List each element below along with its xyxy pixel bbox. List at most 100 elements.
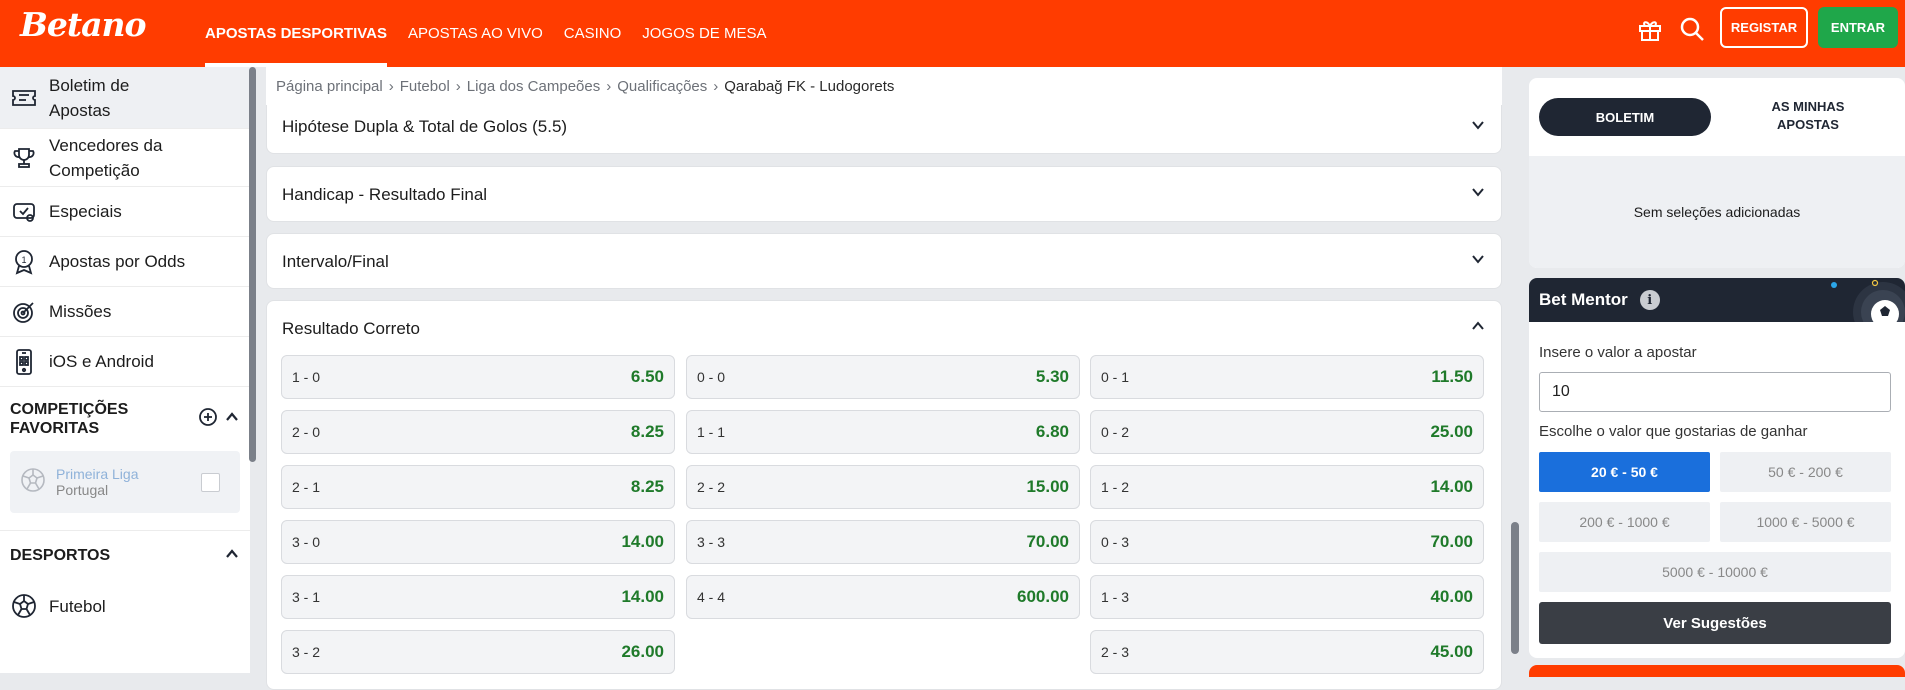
favorite-competition-item[interactable]: Primeira Liga Portugal xyxy=(10,451,240,513)
odds-button[interactable]: 3 - 3 70.00 xyxy=(686,520,1080,564)
odd-value: 8.25 xyxy=(630,477,664,496)
top-header: Betano APOSTAS DESPORTIVAS APOSTAS AO VI… xyxy=(0,0,1905,67)
chevron-up-icon[interactable] xyxy=(1470,318,1486,339)
odds-button[interactable]: 0 - 3 70.00 xyxy=(1090,520,1484,564)
search-icon[interactable] xyxy=(1677,14,1707,44)
range-5000-10000-button[interactable]: 5000 € - 10000 € xyxy=(1539,552,1891,592)
sidebar-item-vencedores[interactable]: Vencedores da Competição xyxy=(0,129,250,187)
odds-button[interactable]: 1 - 1 6.80 xyxy=(686,410,1080,454)
score-label: 0 - 3 xyxy=(1101,534,1130,550)
chevron-right-icon: › xyxy=(388,77,394,95)
score-label: 2 - 0 xyxy=(292,424,321,440)
nav-apostas-desportivas[interactable]: APOSTAS DESPORTIVAS xyxy=(205,0,387,67)
sidebar-item-missoes[interactable]: Missões xyxy=(0,287,250,337)
score-label: 1 - 2 xyxy=(1101,479,1130,495)
score-label: 0 - 2 xyxy=(1101,424,1130,440)
ver-sugestoes-button[interactable]: Ver Sugestões xyxy=(1539,602,1891,644)
sidebar-item-label: Futebol xyxy=(49,596,106,616)
chevron-right-icon: › xyxy=(455,77,461,95)
odds-button[interactable]: 3 - 0 14.00 xyxy=(281,520,675,564)
chevron-up-icon[interactable] xyxy=(224,546,240,567)
market-title: Handicap - Resultado Final xyxy=(282,184,488,204)
main-nav: APOSTAS DESPORTIVAS APOSTAS AO VIVO CASI… xyxy=(205,0,787,67)
odd-value: 600.00 xyxy=(1017,587,1069,606)
chevron-up-icon[interactable] xyxy=(224,409,240,430)
login-button[interactable]: ENTRAR xyxy=(1818,7,1898,48)
range-50-200-button[interactable]: 50 € - 200 € xyxy=(1720,452,1891,492)
odds-button[interactable]: 3 - 2 26.00 xyxy=(281,630,675,674)
nav-jogos-de-mesa[interactable]: JOGOS DE MESA xyxy=(642,0,766,67)
breadcrumb-home[interactable]: Página principal xyxy=(276,78,383,95)
favorite-checkbox[interactable] xyxy=(201,473,220,492)
sidebar-item-label: Especiais xyxy=(49,202,122,221)
chevron-right-icon: › xyxy=(606,77,612,95)
favorite-competitions-header[interactable]: COMPETIÇÕES FAVORITAS xyxy=(0,387,250,451)
betslip-empty-text: Sem seleções adicionadas xyxy=(1633,204,1801,220)
favorite-competition-name: Primeira Liga xyxy=(56,466,139,482)
market-title: Resultado Correto xyxy=(282,318,420,338)
sidebar-scrollbar[interactable] xyxy=(249,67,256,462)
breadcrumb-liga[interactable]: Liga dos Campeões xyxy=(467,78,600,95)
sidebar-item-ios-android[interactable]: iOS e Android xyxy=(0,337,250,387)
add-circle-icon[interactable] xyxy=(198,407,218,432)
info-icon[interactable]: i xyxy=(1639,290,1660,310)
odds-button[interactable]: 2 - 1 8.25 xyxy=(281,465,675,509)
sidebar-item-especiais[interactable]: Especiais xyxy=(0,187,250,237)
breadcrumb-futebol[interactable]: Futebol xyxy=(400,78,450,95)
score-label: 4 - 4 xyxy=(697,589,726,605)
odd-value: 5.30 xyxy=(1035,367,1069,386)
range-200-1000-button[interactable]: 200 € - 1000 € xyxy=(1539,502,1710,542)
range-1000-5000-button[interactable]: 1000 € - 5000 € xyxy=(1720,502,1891,542)
score-label: 3 - 0 xyxy=(292,534,321,550)
chevron-down-icon[interactable] xyxy=(1470,117,1486,138)
sidebar-item-boletim[interactable]: Boletim de Apostas xyxy=(0,67,250,129)
bet-mentor-panel: Bet Mentor i Insere o valor a apostar Es… xyxy=(1529,278,1905,658)
odds-button[interactable]: 2 - 0 8.25 xyxy=(281,410,675,454)
market-hipotese-dupla[interactable]: Hipótese Dupla & Total de Golos (5.5) xyxy=(266,98,1502,154)
breadcrumb: Página principal › Futebol › Liga dos Ca… xyxy=(266,67,1502,105)
betslip-panel: BOLETIM AS MINHAS APOSTAS Sem seleções a… xyxy=(1529,78,1905,268)
nav-casino[interactable]: CASINO xyxy=(564,0,622,67)
odd-value: 14.00 xyxy=(621,532,664,551)
odds-button[interactable]: 4 - 4 600.00 xyxy=(686,575,1080,619)
odds-button[interactable]: 1 - 3 40.00 xyxy=(1090,575,1484,619)
score-label: 1 - 0 xyxy=(292,369,321,385)
odd-value: 40.00 xyxy=(1430,587,1473,606)
odds-button[interactable]: 0 - 1 11.50 xyxy=(1090,355,1484,399)
stake-input[interactable] xyxy=(1539,372,1891,412)
chevron-down-icon[interactable] xyxy=(1470,184,1486,205)
odds-button[interactable]: 3 - 1 14.00 xyxy=(281,575,675,619)
score-label: 0 - 1 xyxy=(1101,369,1130,385)
range-20-50-button[interactable]: 20 € - 50 € xyxy=(1539,452,1710,492)
odds-button[interactable]: 2 - 3 45.00 xyxy=(1090,630,1484,674)
odds-button[interactable]: 1 - 0 6.50 xyxy=(281,355,675,399)
market-handicap[interactable]: Handicap - Resultado Final xyxy=(266,166,1502,222)
sidebar-item-label: Vencedores da Competição xyxy=(49,135,163,180)
gift-icon[interactable] xyxy=(1635,14,1665,44)
odds-button[interactable]: 2 - 2 15.00 xyxy=(686,465,1080,509)
main-scrollbar[interactable] xyxy=(1511,522,1519,654)
market-intervalo-final[interactable]: Intervalo/Final xyxy=(266,233,1502,289)
breadcrumb-qualificacoes[interactable]: Qualificações xyxy=(617,78,707,95)
sports-section-header[interactable]: DESPORTOS xyxy=(0,531,250,581)
tab-minhas-apostas[interactable]: AS MINHAS APOSTAS xyxy=(1721,98,1895,136)
odd-value: 14.00 xyxy=(621,587,664,606)
odds-button[interactable]: 0 - 0 5.30 xyxy=(686,355,1080,399)
odds-button[interactable]: 0 - 2 25.00 xyxy=(1090,410,1484,454)
sidebar-item-label: iOS e Android xyxy=(49,352,154,371)
odd-value: 15.00 xyxy=(1026,477,1069,496)
sidebar-item-label: Missões xyxy=(49,302,112,321)
chevron-down-icon[interactable] xyxy=(1470,251,1486,272)
promo-bar[interactable] xyxy=(1529,665,1905,677)
nav-apostas-ao-vivo[interactable]: APOSTAS AO VIVO xyxy=(408,0,543,67)
register-button[interactable]: REGISTAR xyxy=(1720,7,1808,48)
betano-logo[interactable]: Betano xyxy=(20,5,147,44)
odds-button[interactable]: 1 - 2 14.00 xyxy=(1090,465,1484,509)
tab-boletim[interactable]: BOLETIM xyxy=(1539,98,1711,136)
phone-icon xyxy=(10,348,38,376)
score-label: 2 - 2 xyxy=(697,479,726,495)
sidebar-item-apostas-por-odds[interactable]: 1 Apostas por Odds xyxy=(0,237,250,287)
sidebar-item-futebol[interactable]: Futebol xyxy=(0,581,250,631)
bet-mentor-title: Bet Mentor xyxy=(1539,290,1628,309)
football-icon xyxy=(10,592,38,620)
